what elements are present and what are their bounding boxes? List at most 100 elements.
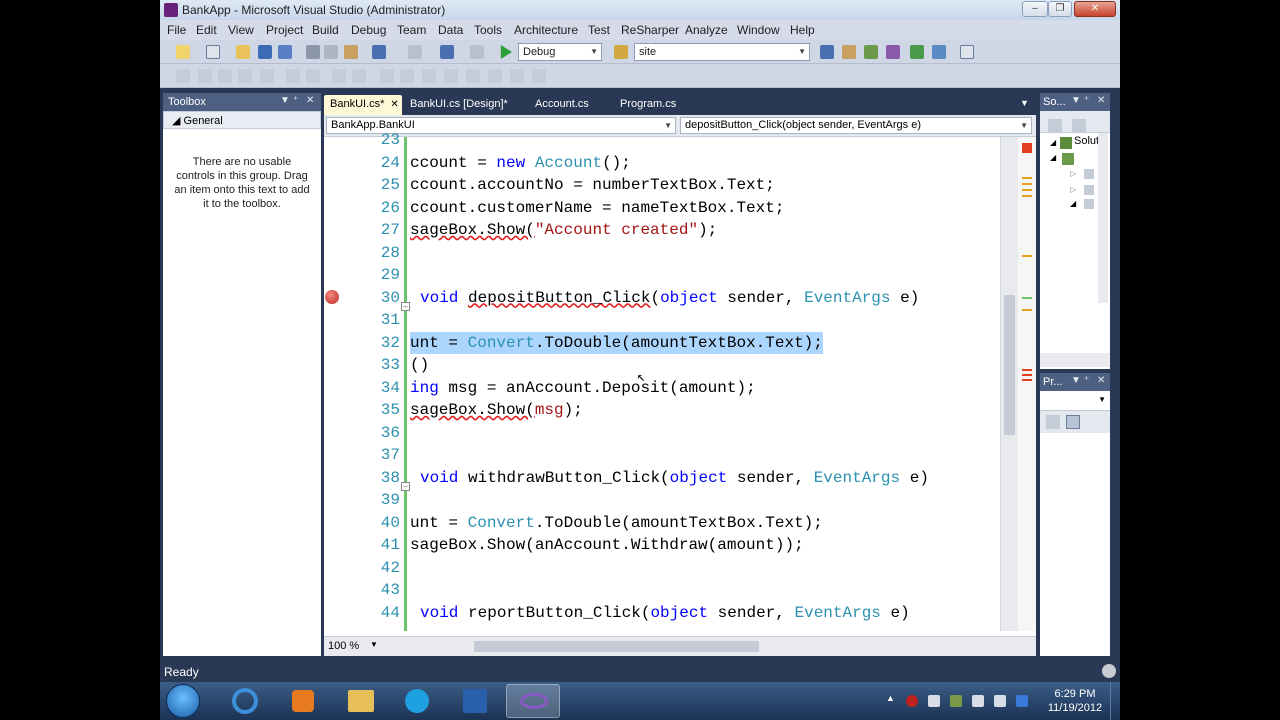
expand-triangle-icon[interactable]: ▷	[1070, 169, 1076, 178]
change-marker[interactable]	[1022, 297, 1032, 299]
menu-help[interactable]: Help	[790, 23, 815, 37]
display-object-member-list-icon[interactable]	[176, 69, 190, 83]
menu-team[interactable]: Team	[397, 23, 426, 37]
active-files-dropdown-icon[interactable]: ▼	[1020, 98, 1029, 108]
menu-analyze[interactable]: Analyze	[685, 23, 728, 37]
solution-explorer-icon[interactable]	[820, 45, 834, 59]
show-desktop-button[interactable]	[1110, 682, 1120, 720]
breakpoint-margin[interactable]	[324, 137, 344, 631]
error-marker[interactable]	[1022, 379, 1032, 381]
system-clock[interactable]: 6:29 PM 11/19/2012	[1040, 687, 1110, 715]
save-all-icon[interactable]	[278, 45, 292, 59]
warning-marker[interactable]	[1022, 189, 1032, 191]
previous-bookmark-in-folder-icon[interactable]	[444, 69, 458, 83]
menu-architecture[interactable]: Architecture	[514, 23, 578, 37]
extension-manager-icon[interactable]	[932, 45, 946, 59]
previous-bookmark-icon[interactable]	[400, 69, 414, 83]
menu-test[interactable]: Test	[588, 23, 610, 37]
members-combo[interactable]: depositButton_Click(object sender, Event…	[680, 117, 1032, 134]
next-bookmark-icon[interactable]	[422, 69, 436, 83]
toolbox-group-general[interactable]: ◢ General	[163, 111, 321, 129]
project-icon[interactable]	[1062, 153, 1074, 165]
cut-icon[interactable]	[306, 45, 320, 59]
volume-icon[interactable]	[972, 695, 984, 707]
show-all-files-icon[interactable]	[1072, 119, 1086, 133]
action-center-icon[interactable]	[928, 695, 940, 707]
copy-icon[interactable]	[324, 45, 338, 59]
tab-account-cs[interactable]: Account.cs	[529, 95, 595, 115]
horizontal-scrollbar[interactable]	[1040, 353, 1110, 367]
collapse-triangle-icon[interactable]: ◢	[1050, 153, 1056, 162]
collapse-outline-icon[interactable]: –	[401, 482, 410, 491]
vertical-scroll-thumb[interactable]	[1004, 295, 1015, 435]
references-icon[interactable]	[1084, 185, 1094, 195]
tray-app-icon[interactable]	[950, 695, 962, 707]
navigate-forward-icon[interactable]	[470, 45, 484, 59]
next-bookmark-in-document-icon[interactable]	[510, 69, 524, 83]
categorized-icon[interactable]	[1046, 415, 1060, 429]
menu-resharper[interactable]: ReSharper	[621, 23, 679, 37]
pin-icon[interactable]: ⁺	[1084, 375, 1089, 386]
window-position-icon[interactable]: ▼	[280, 95, 290, 106]
quick-info-icon[interactable]	[218, 69, 232, 83]
previous-bookmark-in-document-icon[interactable]	[488, 69, 502, 83]
properties-window-icon[interactable]	[842, 45, 856, 59]
redo-icon[interactable]	[408, 45, 422, 59]
media-player-button[interactable]	[276, 684, 330, 718]
error-marker[interactable]	[1022, 369, 1032, 371]
error-status-icon[interactable]	[1022, 143, 1032, 153]
find-combo[interactable]: site ▼	[634, 43, 810, 61]
command-window-icon[interactable]	[960, 45, 974, 59]
expand-triangle-icon[interactable]: ▷	[1070, 185, 1076, 194]
windows-start-button[interactable]	[166, 684, 200, 718]
dropbox-icon[interactable]	[1016, 695, 1028, 707]
open-folder-icon[interactable]	[236, 45, 250, 59]
object-selector[interactable]: ▼	[1040, 391, 1110, 411]
horizontal-scroll-thumb[interactable]	[474, 641, 759, 652]
window-position-icon[interactable]: ▼	[1071, 95, 1081, 106]
warning-marker[interactable]	[1022, 195, 1032, 197]
close-button[interactable]: ✕	[1074, 1, 1116, 17]
increase-indent-icon[interactable]	[286, 69, 300, 83]
comment-out-icon[interactable]	[332, 69, 346, 83]
start-debugging-icon[interactable]	[500, 45, 512, 59]
vertical-scrollbar[interactable]	[1098, 133, 1108, 303]
find-in-files-icon[interactable]	[614, 45, 628, 59]
collapse-outline-icon[interactable]: –	[401, 302, 410, 311]
alphabetical-icon[interactable]	[1066, 415, 1080, 429]
next-bookmark-in-folder-icon[interactable]	[466, 69, 480, 83]
properties-folder-icon[interactable]	[1084, 169, 1094, 179]
warning-marker[interactable]	[1022, 255, 1032, 257]
display-parameter-info-icon[interactable]	[198, 69, 212, 83]
close-icon[interactable]: ✕	[1097, 95, 1105, 106]
new-project-icon[interactable]	[176, 45, 190, 59]
warning-marker[interactable]	[1022, 309, 1032, 311]
save-icon[interactable]	[258, 45, 272, 59]
undo-icon[interactable]	[372, 45, 386, 59]
breakpoint-icon[interactable]	[325, 290, 339, 304]
skype-button[interactable]	[390, 684, 444, 718]
tab-bankui-design[interactable]: BankUI.cs [Design]*	[404, 95, 514, 115]
file-explorer-button[interactable]	[334, 684, 388, 718]
toolbox-icon[interactable]	[886, 45, 900, 59]
chevron-down-icon[interactable]: ▼	[370, 640, 378, 649]
object-browser-icon[interactable]	[864, 45, 878, 59]
collapse-triangle-icon[interactable]: ◢	[1050, 138, 1056, 147]
warning-marker[interactable]	[1022, 183, 1032, 185]
word-button[interactable]	[448, 684, 502, 718]
zoom-level[interactable]: 100 %	[328, 640, 359, 652]
vertical-scrollbar[interactable]	[1000, 137, 1018, 631]
start-page-icon[interactable]	[910, 45, 924, 59]
menu-project[interactable]: Project	[266, 23, 303, 37]
solution-config-select[interactable]: Debug ▼	[518, 43, 602, 61]
tray-app-icon[interactable]	[906, 695, 918, 707]
window-position-icon[interactable]: ▼	[1071, 375, 1081, 386]
show-hidden-icons-icon[interactable]: ▲	[886, 693, 898, 705]
menu-debug[interactable]: Debug	[351, 23, 386, 37]
tab-bankui-cs[interactable]: BankUI.cs* ✕	[324, 95, 402, 115]
outdent-icon[interactable]	[306, 69, 320, 83]
menu-edit[interactable]: Edit	[196, 23, 217, 37]
warning-marker[interactable]	[1022, 177, 1032, 179]
word-completion-icon[interactable]	[238, 69, 252, 83]
pin-icon[interactable]: ⁺	[1084, 95, 1089, 106]
